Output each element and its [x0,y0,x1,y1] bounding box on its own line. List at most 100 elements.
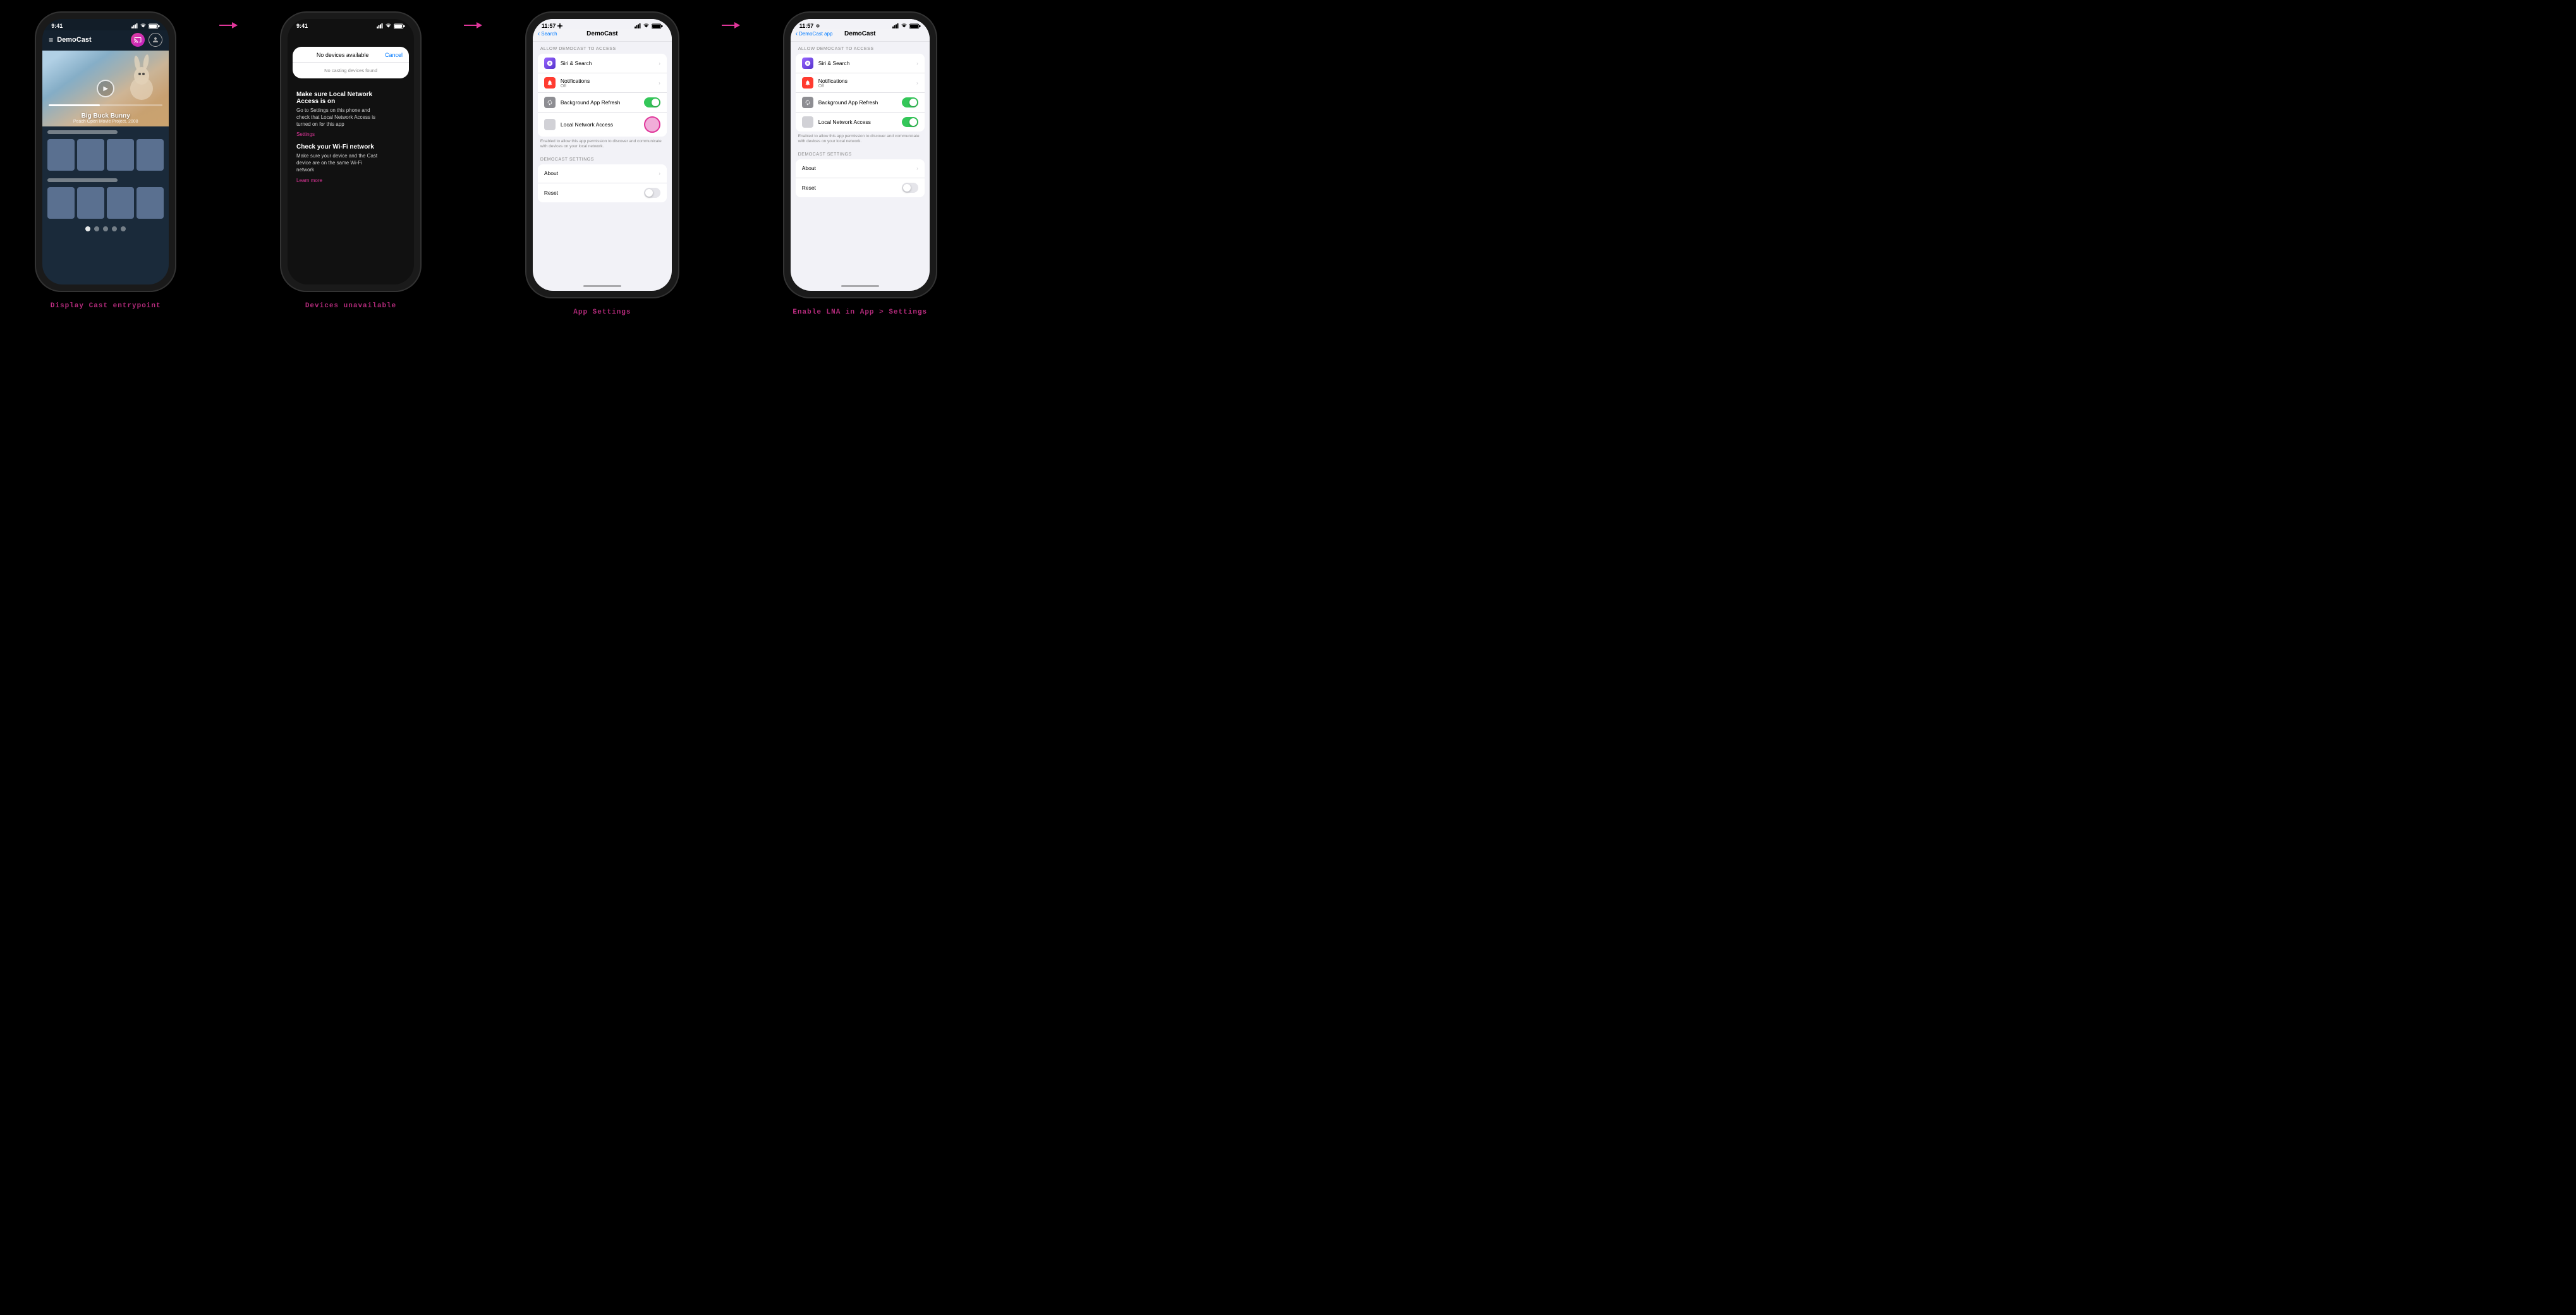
bunny-illustration [125,54,159,101]
refresh-glyph4 [805,99,811,106]
step3-label: App Settings [573,309,631,316]
refresh-toggle3[interactable] [644,97,660,107]
arrow3 [722,13,740,38]
step4-network-row[interactable]: Local Network Access [796,113,925,132]
step3-notif-row[interactable]: Notifications Off › [538,73,667,93]
step3-nav-title: DemoCast [586,30,617,37]
reset-toggle3[interactable] [644,188,660,198]
reset-toggle4[interactable] [902,183,918,193]
refresh-text4: Background App Refresh [818,99,902,106]
arrow2-line [464,25,477,26]
arrow3-line [722,25,734,26]
notif-text3: Notifications Off [561,78,659,89]
step2-phone: 9:41 No devices available Cancel [281,13,420,291]
notif-subtitle3: Off [561,84,659,89]
thumb-3[interactable] [107,139,134,171]
thumb-5[interactable] [47,187,75,219]
dots-row [47,224,164,234]
step4-back-label: DemoCast app [799,31,832,37]
home-bar4 [841,285,879,287]
movie-hero: ▶ Big Buck Bunny Peach Open Movie Projec… [42,51,169,126]
dot-1 [85,226,90,231]
app-title: DemoCast [57,36,127,44]
step4-time-section: 11:57 [799,23,821,29]
network-icon4 [802,116,813,128]
step3-back-btn[interactable]: ‹ Search [538,30,557,37]
cast-button[interactable] [131,33,145,47]
reset-label3: Reset [544,190,644,196]
thumb-6[interactable] [77,187,104,219]
back-chevron3: ‹ [538,30,540,37]
arrow2 [464,13,482,38]
step2-time: 9:41 [296,23,308,29]
step4-about-row[interactable]: About › [796,159,925,178]
step4-status-bar: 11:57 [791,19,930,29]
step3-about-row[interactable]: About › [538,164,667,183]
network-text4: Local Network Access [818,119,902,125]
step4-network-desc: Enabled to allow this app permission to … [791,133,930,147]
user-icon [152,36,159,44]
signal-icon2 [377,23,383,28]
refresh-toggle4[interactable] [902,97,918,107]
thumb-7[interactable] [107,187,134,219]
step2-section: 9:41 No devices available Cancel [281,13,420,310]
notif-label4: Notifications [818,78,916,84]
step1-screen: 9:41 ≡ DemoCast [42,19,169,284]
step3-section-allow-label: ALLOW DEMOCAST TO ACCESS [533,44,672,52]
step3-settings-group: About › Reset [538,164,667,202]
network-toggle4[interactable] [902,117,918,127]
step4-section: 11:57 ‹ DemoCast app DemoCast [784,13,936,316]
step4-allow-group: Siri & Search › Notifications Off [796,54,925,132]
thumb-1[interactable] [47,139,75,171]
learn-more-link[interactable]: Learn more [296,178,380,183]
step4-notif-row[interactable]: Notifications Off › [796,73,925,93]
siri-chevron3: › [659,61,660,66]
thumb-2[interactable] [77,139,104,171]
dot-4 [112,226,117,231]
about-label4: About [802,165,916,171]
dot-2 [94,226,99,231]
content-rows [42,126,169,284]
dialog-cancel-btn[interactable]: Cancel [385,52,403,58]
notif-icon3 [544,77,556,89]
step3-refresh-row[interactable]: Background App Refresh [538,93,667,113]
thumb-4[interactable] [137,139,164,171]
thumb-8[interactable] [137,187,164,219]
row-label-1 [47,130,117,134]
about-chevron3: › [659,171,660,176]
siri-chevron4: › [916,61,918,66]
play-button[interactable]: ▶ [97,80,114,97]
notif-label3: Notifications [561,78,659,84]
main-container: 9:41 ≡ DemoCast [13,13,959,513]
user-button[interactable] [149,33,162,47]
step3-time-section: 11:57 [542,23,563,29]
wifi-icon [140,23,147,28]
step4-settings-group: About › Reset [796,159,925,197]
step3-siri-row[interactable]: Siri & Search › [538,54,667,73]
step4-siri-row[interactable]: Siri & Search › [796,54,925,73]
about-chevron4: › [916,166,918,171]
siri-icon4 [802,58,813,69]
settings-link[interactable]: Settings [296,132,380,137]
no-devices-dialog: No devices available Cancel No casting d… [293,47,409,78]
step3-network-row[interactable]: Local Network Access [538,113,667,137]
location-icon4 [815,23,820,28]
signal-icon4 [892,23,899,28]
step4-reset-row[interactable]: Reset [796,178,925,197]
step3-phone: 11:57 ‹ Search DemoCast [526,13,678,297]
arrow3-head [734,22,740,28]
refresh-toggle-thumb3 [652,99,659,106]
location-icon3 [557,23,562,28]
siri-glyph3 [547,60,553,66]
arrow1 [219,13,238,38]
step4-section-settings-label: DEMOCAST SETTINGS [791,150,930,158]
network-label3: Local Network Access [561,121,644,128]
step3-reset-row[interactable]: Reset [538,183,667,202]
reset-text3: Reset [544,190,644,196]
step4-back-btn[interactable]: ‹ DemoCast app [796,30,833,37]
step4-refresh-row[interactable]: Background App Refresh [796,93,925,113]
hamburger-icon[interactable]: ≡ [49,35,53,44]
notif-glyph4 [805,80,811,86]
step1-status-icons [131,23,160,29]
arrow2-head [477,22,482,28]
